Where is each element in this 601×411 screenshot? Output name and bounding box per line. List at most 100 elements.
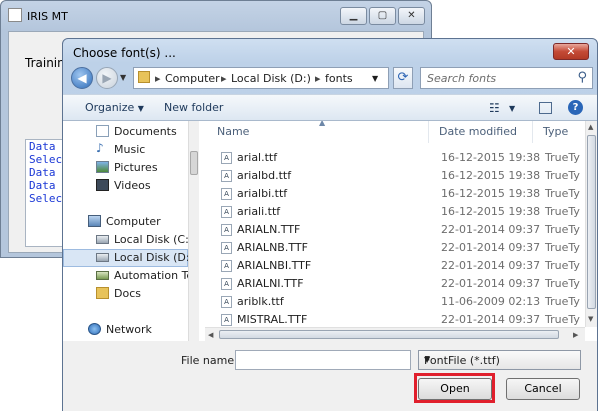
breadcrumb-computer[interactable]: Computer xyxy=(165,72,220,85)
file-list-vertical-scrollbar[interactable]: ▲ ▼ xyxy=(585,121,597,327)
recent-locations-icon[interactable]: ▼ xyxy=(120,73,126,82)
file-date: 16-12-2015 19:38 xyxy=(441,205,541,218)
address-dropdown-icon[interactable]: ▼ xyxy=(372,74,378,83)
file-date: 16-12-2015 19:38 xyxy=(441,169,541,182)
nav-item-label: Network xyxy=(106,323,152,336)
maximize-button[interactable]: ▢ xyxy=(369,7,396,25)
open-button[interactable]: Open xyxy=(418,378,492,400)
vertical-scrollbar-thumb[interactable] xyxy=(587,135,596,309)
file-row[interactable]: A ARIALN.TTF 22-01-2014 09:37 TrueTy xyxy=(209,221,597,239)
organize-button[interactable]: Organize ▼ xyxy=(85,101,144,114)
file-row[interactable]: Aariali.ttf 16-12-2015 19:38 TrueTy xyxy=(209,203,597,221)
nav-item-videos[interactable]: Videos xyxy=(63,177,188,195)
chevron-right-icon: ▸ xyxy=(315,72,321,85)
column-header-date-modified[interactable]: Date modified xyxy=(429,121,533,143)
file-row[interactable]: Aarialbi.ttf 16-12-2015 19:38 TrueTy xyxy=(209,185,597,203)
file-date: 22-01-2014 09:37 xyxy=(441,241,541,254)
file-list: Name ▲ Date modified Type Aarial.ttf 16-1… xyxy=(205,121,597,341)
scroll-up-arrow-icon[interactable]: ▲ xyxy=(588,123,593,131)
font-file-icon: A xyxy=(221,152,232,164)
address-bar[interactable]: ▸ Computer ▸ Local Disk (D:) ▸ fonts ▼ xyxy=(133,67,389,89)
file-date: 22-01-2014 09:37 xyxy=(441,259,541,272)
drive-icon xyxy=(96,253,109,262)
file-type: TrueTy xyxy=(545,169,580,182)
close-button[interactable]: ✕ xyxy=(398,7,425,25)
network-icon xyxy=(88,323,101,335)
computer-icon xyxy=(88,215,101,227)
file-name: arialbi.ttf xyxy=(237,187,288,200)
file-row[interactable]: A ARIALNBI.TTF 22-01-2014 09:37 TrueTy xyxy=(209,257,597,275)
command-toolbar: Organize ▼ New folder ☷ ▼ ? xyxy=(63,94,597,121)
file-type: TrueTy xyxy=(545,277,580,290)
file-row[interactable]: Aariblk.ttf 11-06-2009 02:13 TrueTy xyxy=(209,293,597,311)
horizontal-scrollbar-thumb[interactable] xyxy=(219,330,559,339)
file-type-select[interactable]: FontFile (*.ttf) ▼ xyxy=(418,350,581,370)
file-row[interactable]: A ARIALNB.TTF 22-01-2014 09:37 TrueTy xyxy=(209,239,597,257)
app-icon xyxy=(8,8,22,22)
forward-button[interactable]: ▶ xyxy=(96,67,118,89)
preview-pane-icon[interactable] xyxy=(539,102,552,114)
new-folder-button[interactable]: New folder xyxy=(164,101,223,114)
file-name: arial.ttf xyxy=(237,151,278,164)
file-date: 22-01-2014 09:37 xyxy=(441,313,541,326)
nav-item-computer[interactable]: Computer xyxy=(63,213,188,231)
file-row[interactable]: A ARIALNI.TTF 22-01-2014 09:37 TrueTy xyxy=(209,275,597,293)
nav-item-documents[interactable]: Documents xyxy=(63,123,188,141)
nav-scrollbar[interactable] xyxy=(188,121,199,341)
minimize-button[interactable]: ▁ xyxy=(340,7,367,25)
folder-icon xyxy=(138,71,150,83)
breadcrumb-local-disk[interactable]: Local Disk (D:) xyxy=(231,72,311,85)
breadcrumb-fonts[interactable]: fonts xyxy=(325,72,353,85)
search-input[interactable]: Search fonts xyxy=(427,72,496,85)
file-type: TrueTy xyxy=(545,313,580,326)
nav-item-network[interactable]: Network xyxy=(63,321,188,339)
font-file-icon: A xyxy=(221,206,232,218)
back-button[interactable]: ◀ xyxy=(71,67,93,89)
file-name-input[interactable] xyxy=(235,350,411,370)
scroll-down-arrow-icon[interactable]: ▼ xyxy=(588,315,593,323)
file-row[interactable]: Aarial.ttf 16-12-2015 19:38 TrueTy xyxy=(209,149,597,167)
font-file-icon: A xyxy=(221,242,232,254)
file-date: 16-12-2015 19:38 xyxy=(441,187,541,200)
file-name: ARIALNI.TTF xyxy=(237,277,304,290)
nav-item-pictures[interactable]: Pictures xyxy=(63,159,188,177)
sort-ascending-icon: ▲ xyxy=(319,121,326,127)
file-list-horizontal-scrollbar[interactable]: ◀ ▶ xyxy=(205,327,585,341)
file-row[interactable]: Aarialbd.ttf 16-12-2015 19:38 TrueTy xyxy=(209,167,597,185)
navigation-pane: Documents ♪ Music Pictures Videos Comput… xyxy=(63,121,199,341)
refresh-button[interactable]: ⟳ xyxy=(393,67,413,89)
column-header-label: Name xyxy=(217,125,250,138)
background-window-title: IRIS MT xyxy=(27,10,68,23)
column-header-type[interactable]: Type xyxy=(533,121,593,143)
documents-icon xyxy=(96,125,109,137)
videos-icon xyxy=(96,179,109,191)
font-file-icon: A xyxy=(221,224,232,236)
nav-item-label: Local Disk (D:) xyxy=(114,251,194,264)
file-type: TrueTy xyxy=(545,151,580,164)
nav-item-local-disk-d[interactable]: Local Disk (D:) xyxy=(63,249,194,267)
browser-panes: Documents ♪ Music Pictures Videos Comput… xyxy=(63,121,597,341)
chevron-right-icon: ▸ xyxy=(221,72,227,85)
back-arrow-icon: ◀ xyxy=(77,71,87,85)
forward-arrow-icon: ▶ xyxy=(102,71,112,85)
dialog-close-button[interactable]: ✕ xyxy=(553,43,589,60)
view-options-icon[interactable]: ☷ xyxy=(489,101,500,115)
file-type: TrueTy xyxy=(545,241,580,254)
file-name: ARIALN.TTF xyxy=(237,223,301,236)
nav-item-local-disk-c[interactable]: Local Disk (C:) xyxy=(63,231,193,249)
cancel-button[interactable]: Cancel xyxy=(506,378,580,400)
scroll-right-arrow-icon[interactable]: ▶ xyxy=(573,331,578,339)
nav-scrollbar-thumb[interactable] xyxy=(190,151,198,175)
column-header-name[interactable]: Name xyxy=(205,121,429,143)
nav-item-automation-tes[interactable]: Automation Tes xyxy=(63,267,199,285)
nav-item-music[interactable]: ♪ Music xyxy=(63,141,188,159)
search-box[interactable]: Search fonts ⚲ xyxy=(420,67,593,89)
scroll-left-arrow-icon[interactable]: ◀ xyxy=(208,331,213,339)
help-icon[interactable]: ? xyxy=(568,100,583,115)
nav-item-docs[interactable]: Docs xyxy=(63,285,188,303)
music-icon: ♪ xyxy=(96,141,104,155)
view-dropdown-icon[interactable]: ▼ xyxy=(509,104,515,113)
file-type: TrueTy xyxy=(545,223,580,236)
refresh-icon: ⟳ xyxy=(397,70,409,85)
file-name: ariali.ttf xyxy=(237,205,281,218)
